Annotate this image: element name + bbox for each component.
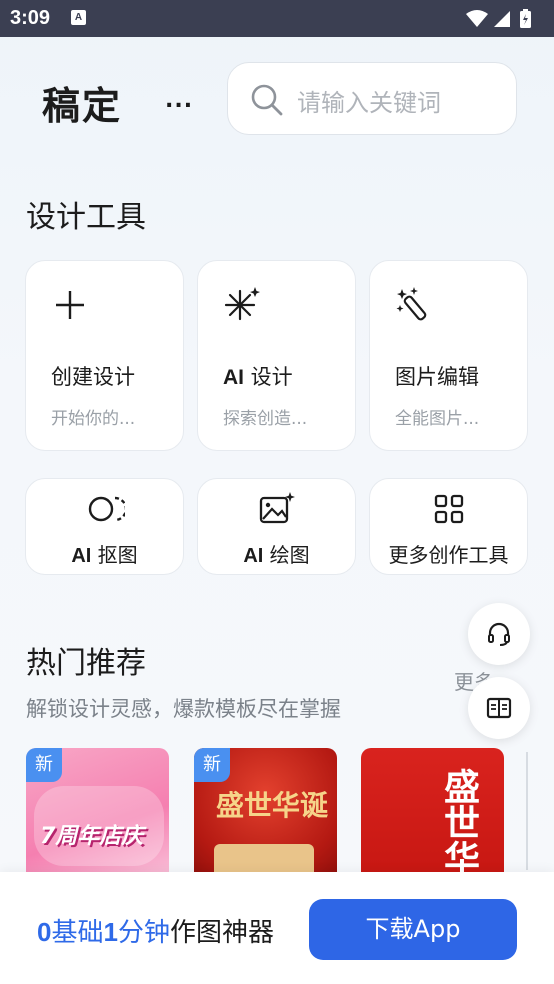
card-title: 图片编辑 xyxy=(395,365,479,389)
app-logo[interactable]: 稿定 xyxy=(42,75,122,130)
card-title: AI 设计 xyxy=(223,365,293,389)
new-badge: 新 xyxy=(26,748,62,782)
thumb-text: 盛世华诞 xyxy=(216,789,329,822)
new-badge: 新 xyxy=(194,748,230,782)
battery-icon xyxy=(520,9,531,28)
search-input[interactable]: 请输入关键词 xyxy=(227,62,517,135)
thumb-edge xyxy=(526,752,528,870)
more-menu-button[interactable]: ... xyxy=(165,88,193,113)
template-thumbnail[interactable]: 盛世华 xyxy=(361,748,504,878)
sparkle-icon xyxy=(222,285,262,329)
book-icon xyxy=(486,697,512,719)
customer-service-button[interactable] xyxy=(468,603,530,665)
template-thumbnail[interactable]: 盛世华诞 新 xyxy=(194,748,337,878)
status-time: 3:09 xyxy=(10,7,51,29)
ai-design-card[interactable]: AI 设计 探索创造... xyxy=(197,260,356,451)
card-label: 更多创作工具 xyxy=(388,543,509,567)
card-label: AI 绘图 xyxy=(243,543,310,567)
guide-book-button[interactable] xyxy=(468,677,530,739)
search-icon xyxy=(250,83,284,121)
card-title: 创建设计 xyxy=(51,365,135,389)
hot-subtitle: 解锁设计灵感，爆款模板尽在掌握 xyxy=(26,697,341,721)
download-app-button[interactable]: 下载App xyxy=(309,899,517,960)
notification-icon: A xyxy=(71,10,86,25)
ai-draw-card[interactable]: AI 绘图 xyxy=(197,478,356,575)
create-design-card[interactable]: 创建设计 开始你的... xyxy=(25,260,184,451)
card-subtitle: 开始你的... xyxy=(51,409,136,429)
magic-wand-icon xyxy=(394,285,434,329)
thumb-text: 7周年店庆 xyxy=(40,824,144,849)
template-thumbnail[interactable]: 7周年店庆 新 xyxy=(26,748,169,878)
status-bar: 3:09 A xyxy=(0,0,554,37)
card-subtitle: 探索创造... xyxy=(223,409,308,429)
headset-icon xyxy=(488,622,510,646)
more-tools-card[interactable]: 更多创作工具 xyxy=(369,478,528,575)
ai-cutout-card[interactable]: AI 抠图 xyxy=(25,478,184,575)
wifi-icon xyxy=(466,10,488,27)
image-sparkle-icon xyxy=(257,491,297,531)
card-label: AI 抠图 xyxy=(71,543,138,567)
card-subtitle: 全能图片... xyxy=(395,409,480,429)
signal-icon xyxy=(494,11,510,27)
section-title-hot: 热门推荐 xyxy=(26,646,146,681)
bottom-download-bar: 0基础1分钟作图神器 下载App xyxy=(0,872,554,984)
section-title-design-tools: 设计工具 xyxy=(26,200,146,235)
promo-text: 0基础1分钟作图神器 xyxy=(37,917,274,948)
grid-icon xyxy=(431,491,467,531)
plus-icon xyxy=(50,285,90,329)
search-placeholder: 请输入关键词 xyxy=(297,89,441,117)
status-icons xyxy=(464,8,544,34)
image-edit-card[interactable]: 图片编辑 全能图片... xyxy=(369,260,528,451)
cutout-icon xyxy=(85,491,127,531)
thumb-text: 盛世华 xyxy=(438,768,480,876)
